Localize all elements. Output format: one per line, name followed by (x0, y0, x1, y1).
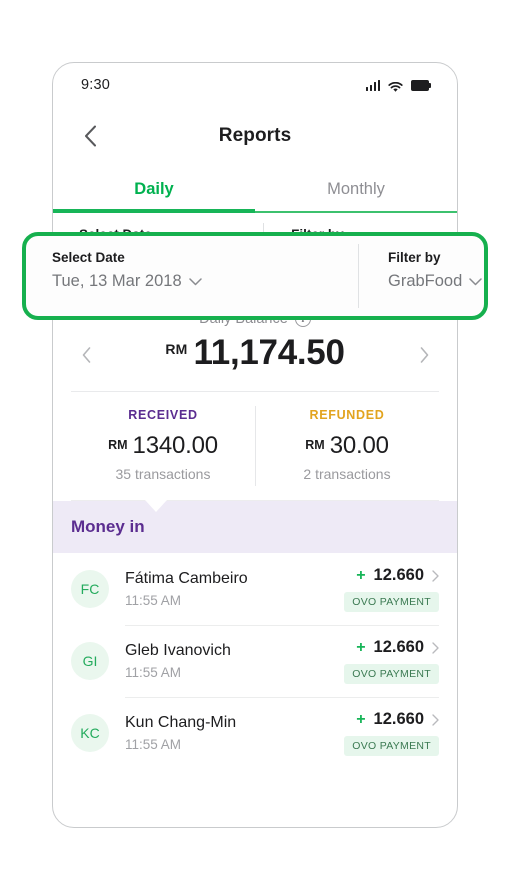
select-date-value: Tue, 13 Mar 2018 (52, 272, 182, 290)
chevron-right-icon[interactable] (432, 641, 439, 654)
transaction-name: Kun Chang-Min (125, 714, 237, 731)
transaction-time: 11:55 AM (125, 737, 182, 752)
chevron-right-icon (420, 347, 428, 363)
money-in-header: Money in (53, 500, 457, 553)
transaction-meta: + 12.660 OVO PAYMENT (344, 566, 439, 612)
stat-refunded-currency: RM (305, 438, 325, 452)
chevron-left-icon (84, 125, 96, 147)
previous-day-button[interactable] (75, 344, 97, 366)
stat-received-count: 35 transactions (115, 466, 211, 482)
avatar: KC (71, 714, 109, 752)
transaction-name: Gleb Ivanovich (125, 642, 231, 659)
status-icons (365, 79, 431, 92)
stat-refunded: REFUNDED RM 30.00 2 transactions (255, 408, 439, 482)
avatar-initials: KC (80, 725, 100, 741)
transaction-time: 11:55 AM (125, 593, 182, 608)
stat-received-currency: RM (108, 438, 128, 452)
page-title: Reports (218, 125, 292, 146)
status-badge: OVO PAYMENT (344, 592, 439, 612)
stat-refunded-amount: 30.00 (329, 432, 389, 459)
wifi-icon (388, 80, 403, 92)
stat-received-label: RECEIVED (128, 408, 198, 422)
filter-by-control-highlighted[interactable]: Filter by GrabFood (362, 236, 484, 316)
transaction-details: Gleb Ivanovich 11:55 AM (125, 642, 344, 680)
table-row[interactable]: GI Gleb Ivanovich 11:55 AM + 12.660 OVO … (53, 625, 457, 697)
transaction-meta: + 12.660 OVO PAYMENT (344, 710, 439, 756)
tab-daily-label: Daily (134, 179, 174, 198)
transaction-amount: 12.660 (373, 638, 424, 656)
screenshot-canvas: 9:30 Reports Daily Monthly RM 11,174.50 … (0, 0, 509, 890)
transaction-amount: 12.660 (373, 566, 424, 584)
highlight-divider (358, 244, 359, 308)
battery-icon (411, 80, 431, 91)
stat-refunded-label: REFUNDED (309, 408, 385, 422)
table-row[interactable]: KC Kun Chang-Min 11:55 AM + 12.660 OVO P… (53, 697, 457, 769)
chevron-down-icon[interactable] (469, 277, 483, 286)
daily-balance-row: RM 11,174.50 (71, 329, 439, 381)
back-button[interactable] (77, 123, 103, 149)
transaction-details: Kun Chang-Min 11:55 AM (125, 714, 344, 752)
filter-by-value-row: GrabFood (388, 272, 484, 291)
status-time: 9:30 (81, 77, 111, 93)
transaction-amount-row: + 12.660 (356, 566, 439, 585)
table-row[interactable]: FC Fátima Cambeiro 11:55 AM + 12.660 OVO… (53, 553, 457, 625)
filter-by-label: Filter by (388, 250, 441, 265)
filter-by-value: GrabFood (388, 272, 463, 290)
transaction-list: FC Fátima Cambeiro 11:55 AM + 12.660 OVO… (53, 553, 457, 769)
transaction-details: Fátima Cambeiro 11:55 AM (125, 570, 344, 608)
transaction-name: Fátima Cambeiro (125, 570, 248, 587)
stat-received-amount-row: RM 1340.00 (71, 432, 255, 460)
avatar-initials: FC (80, 581, 100, 597)
tab-bar: Daily Monthly (53, 165, 457, 213)
transaction-amount-row: + 12.660 (356, 638, 439, 657)
chevron-left-icon (82, 347, 90, 363)
money-in-title: Money in (71, 517, 145, 536)
transaction-time: 11:55 AM (125, 665, 182, 680)
tab-daily[interactable]: Daily (53, 165, 255, 213)
transaction-amount: 12.660 (373, 710, 424, 728)
balance-amount: 11,174.50 (193, 333, 345, 372)
select-date-control-highlighted[interactable]: Select Date Tue, 13 Mar 2018 (26, 236, 362, 316)
status-bar: 9:30 (53, 63, 457, 107)
avatar: GI (71, 642, 109, 680)
stat-received-amount: 1340.00 (132, 432, 219, 459)
navigation-bar: Reports (53, 107, 457, 165)
tab-monthly[interactable]: Monthly (255, 165, 457, 213)
transaction-sign: + (356, 566, 366, 584)
chevron-down-icon[interactable] (188, 277, 202, 286)
chevron-right-icon[interactable] (432, 569, 439, 582)
transaction-sign: + (356, 710, 366, 728)
status-badge: OVO PAYMENT (344, 664, 439, 684)
transaction-meta: + 12.660 OVO PAYMENT (344, 638, 439, 684)
status-badge: OVO PAYMENT (344, 736, 439, 756)
chevron-right-icon[interactable] (432, 713, 439, 726)
money-in-notch (145, 500, 167, 512)
signal-icon (365, 79, 380, 91)
transaction-sign: + (356, 638, 366, 656)
balance-currency: RM (165, 341, 188, 357)
transaction-amount-row: + 12.660 (356, 710, 439, 729)
avatar-initials: GI (82, 653, 98, 669)
stat-received: RECEIVED RM 1340.00 35 transactions (71, 408, 255, 482)
stats-divider (255, 406, 256, 486)
tab-monthly-label: Monthly (327, 179, 385, 198)
stat-refunded-count: 2 transactions (303, 466, 391, 482)
next-day-button[interactable] (413, 344, 435, 366)
select-date-value-row: Tue, 13 Mar 2018 (52, 272, 362, 291)
avatar: FC (71, 570, 109, 608)
stats-section: RECEIVED RM 1340.00 35 transactions REFU… (71, 392, 439, 501)
phone-frame: 9:30 Reports Daily Monthly RM 11,174.50 … (52, 62, 458, 828)
highlight-callout: Select Date Tue, 13 Mar 2018 Filter by G… (22, 232, 488, 320)
stat-refunded-amount-row: RM 30.00 (255, 432, 439, 460)
select-date-label: Select Date (52, 250, 125, 265)
